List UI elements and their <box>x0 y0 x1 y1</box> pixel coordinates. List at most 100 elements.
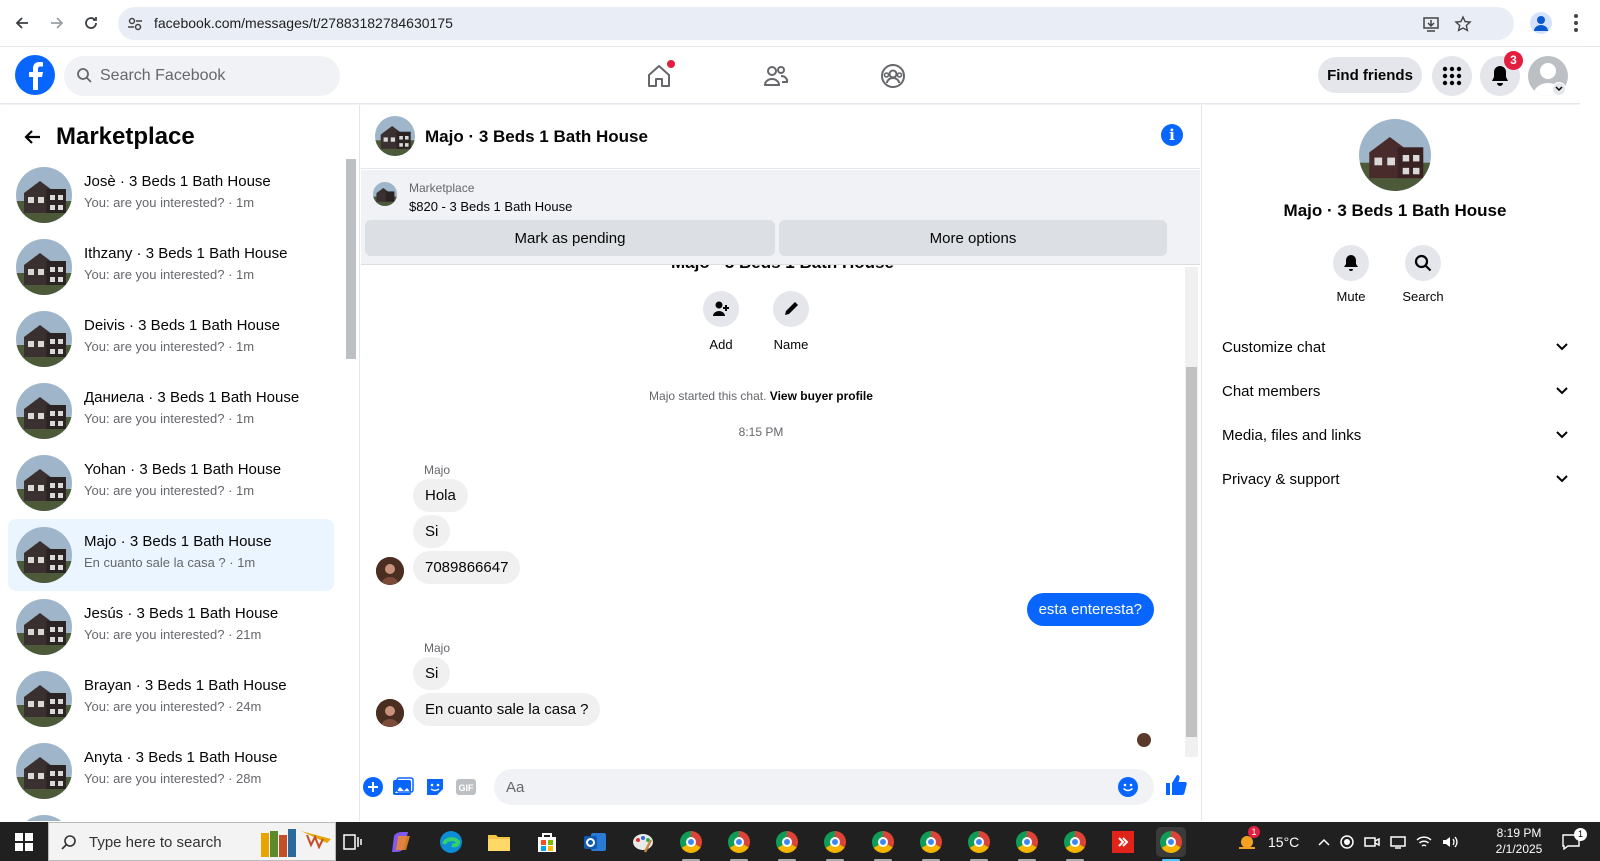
conversation-item[interactable]: Jesús · 3 Beds 1 Bath House You: are you … <box>8 591 334 663</box>
facebook-search-box[interactable] <box>64 56 340 96</box>
outgoing-message[interactable]: esta enteresta? <box>1026 593 1154 626</box>
add-person-icon[interactable] <box>703 291 739 327</box>
chrome-icon[interactable] <box>724 827 754 861</box>
account-chevron-down-icon[interactable] <box>1552 82 1566 96</box>
chat-listing-thumbnail[interactable] <box>375 116 415 156</box>
emoji-icon[interactable] <box>1118 777 1138 797</box>
edit-name-action[interactable]: Name <box>751 291 831 352</box>
conversation-item[interactable]: Josè · 3 Beds 1 Bath House You: are you i… <box>8 159 334 231</box>
volume-icon[interactable] <box>1442 835 1458 849</box>
conversation-item[interactable]: Даниела · 3 Beds 1 Bath House You: are yo… <box>8 375 334 447</box>
display-icon[interactable] <box>1390 835 1406 849</box>
chat-scrollbar[interactable] <box>1185 267 1198 757</box>
incoming-message[interactable]: En cuanto sale la casa ? <box>413 693 601 726</box>
conversation-item[interactable]: Brayan · 3 Beds 1 Bath House You: are you… <box>8 663 334 735</box>
search-icon[interactable] <box>1405 245 1441 281</box>
browser-profile-icon[interactable] <box>1530 12 1552 34</box>
sticker-icon[interactable] <box>423 775 447 799</box>
back-arrow-icon[interactable] <box>9 10 35 36</box>
microsoft-store-icon[interactable] <box>532 827 562 857</box>
search-action[interactable]: Search <box>1388 245 1458 304</box>
record-icon[interactable] <box>1340 834 1354 849</box>
chrome-icon[interactable] <box>772 827 802 861</box>
conversation-item[interactable]: Majo · 3 Beds 1 Bath House En cuanto sale… <box>8 519 334 591</box>
facebook-logo-icon[interactable] <box>15 55 55 95</box>
taskbar-search-box[interactable]: Type here to search <box>48 822 336 861</box>
thumbs-up-icon[interactable] <box>1164 773 1188 797</box>
windows-start-icon[interactable] <box>0 822 48 861</box>
media-files-links-section[interactable]: Media, files and links <box>1222 415 1568 455</box>
install-app-icon[interactable] <box>1422 15 1440 33</box>
plus-circle-icon[interactable] <box>361 775 385 799</box>
menu-grid-icon[interactable] <box>1432 56 1472 96</box>
chevron-up-icon[interactable] <box>1318 838 1330 846</box>
info-icon[interactable]: i <box>1161 124 1183 146</box>
edge-browser-icon[interactable] <box>436 827 466 857</box>
find-friends-button[interactable]: Find friends <box>1318 57 1422 93</box>
incoming-message[interactable]: Si <box>413 657 451 690</box>
chrome-icon[interactable] <box>916 827 946 861</box>
taskbar-clock[interactable]: 8:19 PM 2/1/2025 <box>1484 825 1554 857</box>
back-arrow-icon[interactable] <box>18 123 46 151</box>
chrome-icon[interactable] <box>964 827 994 861</box>
sender-avatar[interactable] <box>376 699 404 727</box>
site-settings-icon[interactable] <box>126 15 144 33</box>
reload-icon[interactable] <box>78 10 104 36</box>
outlook-icon[interactable] <box>580 827 610 857</box>
incoming-message[interactable]: Hola <box>413 479 468 512</box>
sender-avatar[interactable] <box>376 557 404 585</box>
message-input-wrap[interactable] <box>494 769 1154 805</box>
conversation-item[interactable]: Yohan · 3 Beds 1 Bath House You: are you … <box>8 447 334 519</box>
privacy-support-section[interactable]: Privacy & support <box>1222 459 1568 499</box>
photo-icon[interactable] <box>391 775 415 799</box>
meet-icon[interactable] <box>1364 835 1380 849</box>
chrome-icon[interactable] <box>1060 827 1090 861</box>
sidebar-scrollbar-thumb[interactable] <box>346 159 356 359</box>
conversation-item[interactable]: Deivis · 3 Beds 1 Bath House You: are you… <box>8 303 334 375</box>
mark-as-pending-button[interactable]: Mark as pending <box>365 220 775 256</box>
customize-chat-section[interactable]: Customize chat <box>1222 327 1568 367</box>
chrome-icon-active[interactable] <box>1156 827 1186 861</box>
chrome-icon[interactable] <box>868 827 898 861</box>
browser-menu-icon[interactable] <box>1574 14 1578 32</box>
chrome-icon[interactable] <box>1012 827 1042 861</box>
anydesk-icon[interactable] <box>1108 827 1138 857</box>
gif-icon[interactable]: GIF <box>454 775 478 799</box>
conversation-item[interactable]: Kimilly · 3 Beds 1 Bath House <box>8 807 334 821</box>
chrome-icon[interactable] <box>820 827 850 861</box>
listing-thumbnail[interactable] <box>373 182 397 206</box>
incoming-message[interactable]: 7089866647 <box>413 551 521 584</box>
groups-nav-icon[interactable] <box>875 58 911 94</box>
mute-action[interactable]: Mute <box>1316 245 1386 304</box>
bookmark-star-icon[interactable] <box>1454 15 1472 33</box>
file-explorer-icon[interactable] <box>484 827 514 857</box>
incoming-message[interactable]: Si <box>413 515 451 548</box>
view-buyer-profile-link[interactable]: View buyer profile <box>770 389 873 403</box>
message-input[interactable] <box>506 769 1106 805</box>
address-bar[interactable]: facebook.com/messages/t/2788318278463017… <box>118 7 1514 40</box>
page-scrollbar[interactable] <box>1580 48 1600 822</box>
wifi-icon[interactable] <box>1416 835 1432 849</box>
bell-icon[interactable] <box>1333 245 1369 281</box>
chrome-icon[interactable] <box>676 827 706 861</box>
chat-scrollbar-thumb[interactable] <box>1186 367 1197 737</box>
home-nav-icon[interactable] <box>641 58 677 94</box>
copilot-icon[interactable] <box>387 827 417 857</box>
notification-center-icon[interactable]: 1 <box>1562 822 1587 861</box>
pencil-icon[interactable] <box>773 291 809 327</box>
panel-listing-thumbnail[interactable] <box>1359 119 1431 191</box>
weather-widget[interactable]: 1 15°C <box>1236 822 1299 861</box>
paint-icon[interactable] <box>628 827 658 857</box>
notifications-bell-icon[interactable]: 3 <box>1480 51 1523 96</box>
forward-arrow-icon[interactable] <box>44 10 70 36</box>
listing-price-title[interactable]: $820 - 3 Beds 1 Bath House <box>409 199 572 214</box>
sidebar-scrollbar[interactable] <box>345 153 357 813</box>
task-view-icon[interactable] <box>338 827 368 857</box>
chat-members-section[interactable]: Chat members <box>1222 371 1568 411</box>
more-options-button[interactable]: More options <box>779 220 1167 256</box>
facebook-search-input[interactable] <box>100 56 330 96</box>
friends-nav-icon[interactable] <box>758 58 794 94</box>
conversation-item[interactable]: Anyta · 3 Beds 1 Bath House You: are you … <box>8 735 334 807</box>
add-person-action[interactable]: Add <box>681 291 761 352</box>
conversation-item[interactable]: Ithzany · 3 Beds 1 Bath House You: are yo… <box>8 231 334 303</box>
